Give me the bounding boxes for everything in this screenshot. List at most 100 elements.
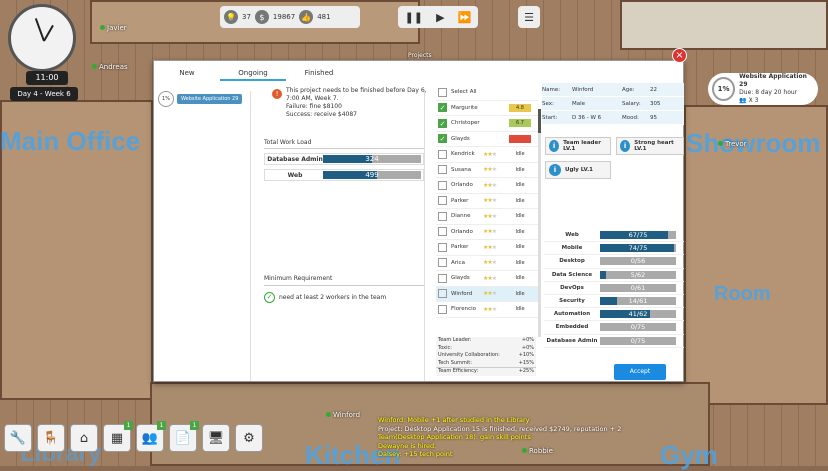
checkbox[interactable] — [438, 165, 447, 175]
checkbox[interactable] — [438, 196, 447, 206]
worker-row[interactable]: Parker ★★★ Idle — [436, 240, 538, 256]
checkbox[interactable]: ✓ — [438, 118, 447, 128]
select-all[interactable]: Select All — [436, 85, 538, 101]
wrench-icon[interactable]: 🔧 — [4, 424, 32, 452]
skill-bar: 0/75 — [600, 336, 676, 345]
log-line: Winford: Mobile +1 after studied in the … — [378, 416, 530, 424]
trait-badge[interactable]: i Ugly LV.1 — [545, 161, 611, 179]
tab-new[interactable]: New — [154, 67, 220, 81]
worker-row[interactable]: Winford ★★★ Idle — [436, 286, 538, 302]
pause-icon[interactable]: ❚❚ — [405, 11, 423, 24]
skill-value: 14/61 — [628, 297, 648, 306]
checkbox[interactable]: ✓ — [438, 134, 447, 144]
project-card[interactable]: 1% Website Application 29 Due: 8 day 20 … — [708, 73, 818, 105]
room-label-main-office: Main Office — [0, 126, 141, 156]
worker-status: Idle — [515, 197, 525, 204]
money-icon: $ — [254, 10, 269, 24]
room-label-gym: Gym — [660, 440, 718, 470]
checkbox[interactable] — [438, 180, 447, 190]
calendar-icon[interactable]: ▦ 1 — [103, 421, 133, 452]
star-rating: ★★★ — [483, 212, 497, 220]
close-icon[interactable]: × — [672, 48, 687, 63]
worker-row[interactable]: ✓ Glayds — [436, 132, 538, 147]
worker-status: Idle — [515, 228, 525, 235]
worker-status: Idle — [515, 151, 525, 158]
skill-label: Automation — [553, 311, 591, 318]
worker-row[interactable]: Susana ★★★ Idle — [436, 163, 538, 178]
skill-label: Web — [565, 232, 579, 239]
worker-row[interactable]: Orlando ★★★ Idle — [436, 225, 538, 240]
checkbox[interactable] — [438, 273, 447, 283]
team-icon[interactable]: 👥 1 — [136, 421, 166, 452]
gear-icon[interactable]: ⚙ — [235, 424, 263, 452]
skill-bar: 41/62 — [600, 310, 676, 319]
home-icon[interactable]: ⌂ — [70, 424, 98, 452]
projects-label[interactable]: Projects — [408, 52, 432, 59]
worker-row[interactable]: ✓ Christoper 6.7 — [436, 116, 538, 132]
skill-label: DevOps — [560, 284, 584, 291]
workload-title: Total Work Load — [264, 139, 424, 149]
checkbox[interactable] — [438, 211, 447, 221]
monitor-icon[interactable]: 🖥 — [202, 424, 230, 452]
tab-ongoing[interactable]: Ongoing — [220, 67, 286, 81]
character-tag[interactable]: Andreas — [92, 63, 128, 71]
clock-icon — [8, 4, 76, 72]
log-line: Dewayne is hired. — [378, 441, 437, 450]
worker-row[interactable]: Glayds ★★★ Idle — [436, 271, 538, 287]
document-add-icon[interactable]: 📄 1 — [169, 421, 199, 452]
worker-row[interactable]: ✓ Margurite 4.8 — [436, 101, 538, 116]
skill-row: Embedded 0/75 — [544, 321, 684, 335]
fast-forward-icon[interactable]: ⏩ — [458, 11, 472, 24]
checkbox[interactable] — [438, 258, 447, 268]
play-icon[interactable]: ▶ — [436, 11, 444, 24]
checkbox[interactable]: ✓ — [438, 103, 447, 113]
checkbox[interactable] — [438, 87, 447, 97]
trait-badge[interactable]: i Strong heart LV.1 — [616, 137, 684, 155]
worker-status — [509, 134, 531, 143]
star-rating: ★★★ — [483, 259, 497, 267]
worker-row[interactable]: Florencio ★★★ Idle — [436, 302, 538, 318]
checkbox[interactable] — [438, 227, 447, 237]
worker-detail: Name: Winford Age: 22 Sex: Male Salary: 305 St… — [542, 83, 684, 125]
checkbox[interactable] — [438, 242, 447, 252]
project-percent: 1% — [158, 91, 174, 107]
checkbox[interactable] — [438, 304, 447, 314]
people-icon: 👥 — [739, 97, 747, 104]
worker-name: Dianne — [451, 213, 471, 220]
tab-finished[interactable]: Finished — [286, 67, 352, 81]
checkbox[interactable] — [438, 149, 447, 159]
task-list-icon[interactable]: ☰ — [518, 6, 540, 28]
worker-row[interactable]: Kendrick ★★★ Idle — [436, 147, 538, 163]
resource-bar: 💡 37 $ 19867 👍 481 — [220, 6, 360, 28]
worker-name: Glayds — [451, 135, 470, 142]
skill-label: Security — [559, 298, 585, 305]
skill-bar: 14/61 — [600, 297, 676, 306]
worker-row[interactable]: Arica ★★★ Idle — [436, 256, 538, 271]
checkbox[interactable] — [438, 289, 447, 299]
worker-name: Glayds — [451, 275, 470, 282]
project-title: Website Application 29 — [739, 73, 807, 88]
worker-list: Select All ✓ Margurite 4.8 ✓ Christoper 6.7 ✓ G… — [436, 85, 538, 318]
speed-controls: ❚❚ ▶ ⏩ — [398, 6, 478, 28]
worker-row[interactable]: Parker ★★★ Idle — [436, 194, 538, 209]
worker-status: 6.7 — [509, 119, 531, 128]
accept-button[interactable]: Accept — [614, 364, 666, 380]
trait-badge[interactable]: i Team leader LV.1 — [545, 137, 611, 155]
efficiency-panel: Team Leader: +0% Toxic: +0% University Col… — [436, 337, 536, 376]
worker-name: Arica — [451, 259, 465, 266]
worker-list-scrollbar[interactable] — [538, 109, 541, 337]
chair-icon[interactable]: 🪑 — [37, 424, 65, 452]
character-tag[interactable]: Winford — [326, 411, 360, 419]
check-circle-icon: ✓ — [264, 292, 275, 303]
skill-label: Mobile — [561, 245, 583, 252]
star-rating: ★★★ — [483, 243, 497, 251]
star-rating: ★★★ — [483, 274, 497, 282]
character-tag[interactable]: Trevor — [718, 140, 747, 148]
skill-value: 67/75 — [628, 231, 648, 240]
worker-row[interactable]: Orlando ★★★ Idle — [436, 178, 538, 194]
info-icon: i — [549, 164, 561, 176]
character-tag[interactable]: Javier — [100, 24, 127, 32]
thumbs-up-icon: 👍 — [299, 10, 314, 24]
project-list-item[interactable]: 1% Website Application 29 — [158, 91, 248, 107]
worker-row[interactable]: Dianne ★★★ Idle — [436, 209, 538, 225]
